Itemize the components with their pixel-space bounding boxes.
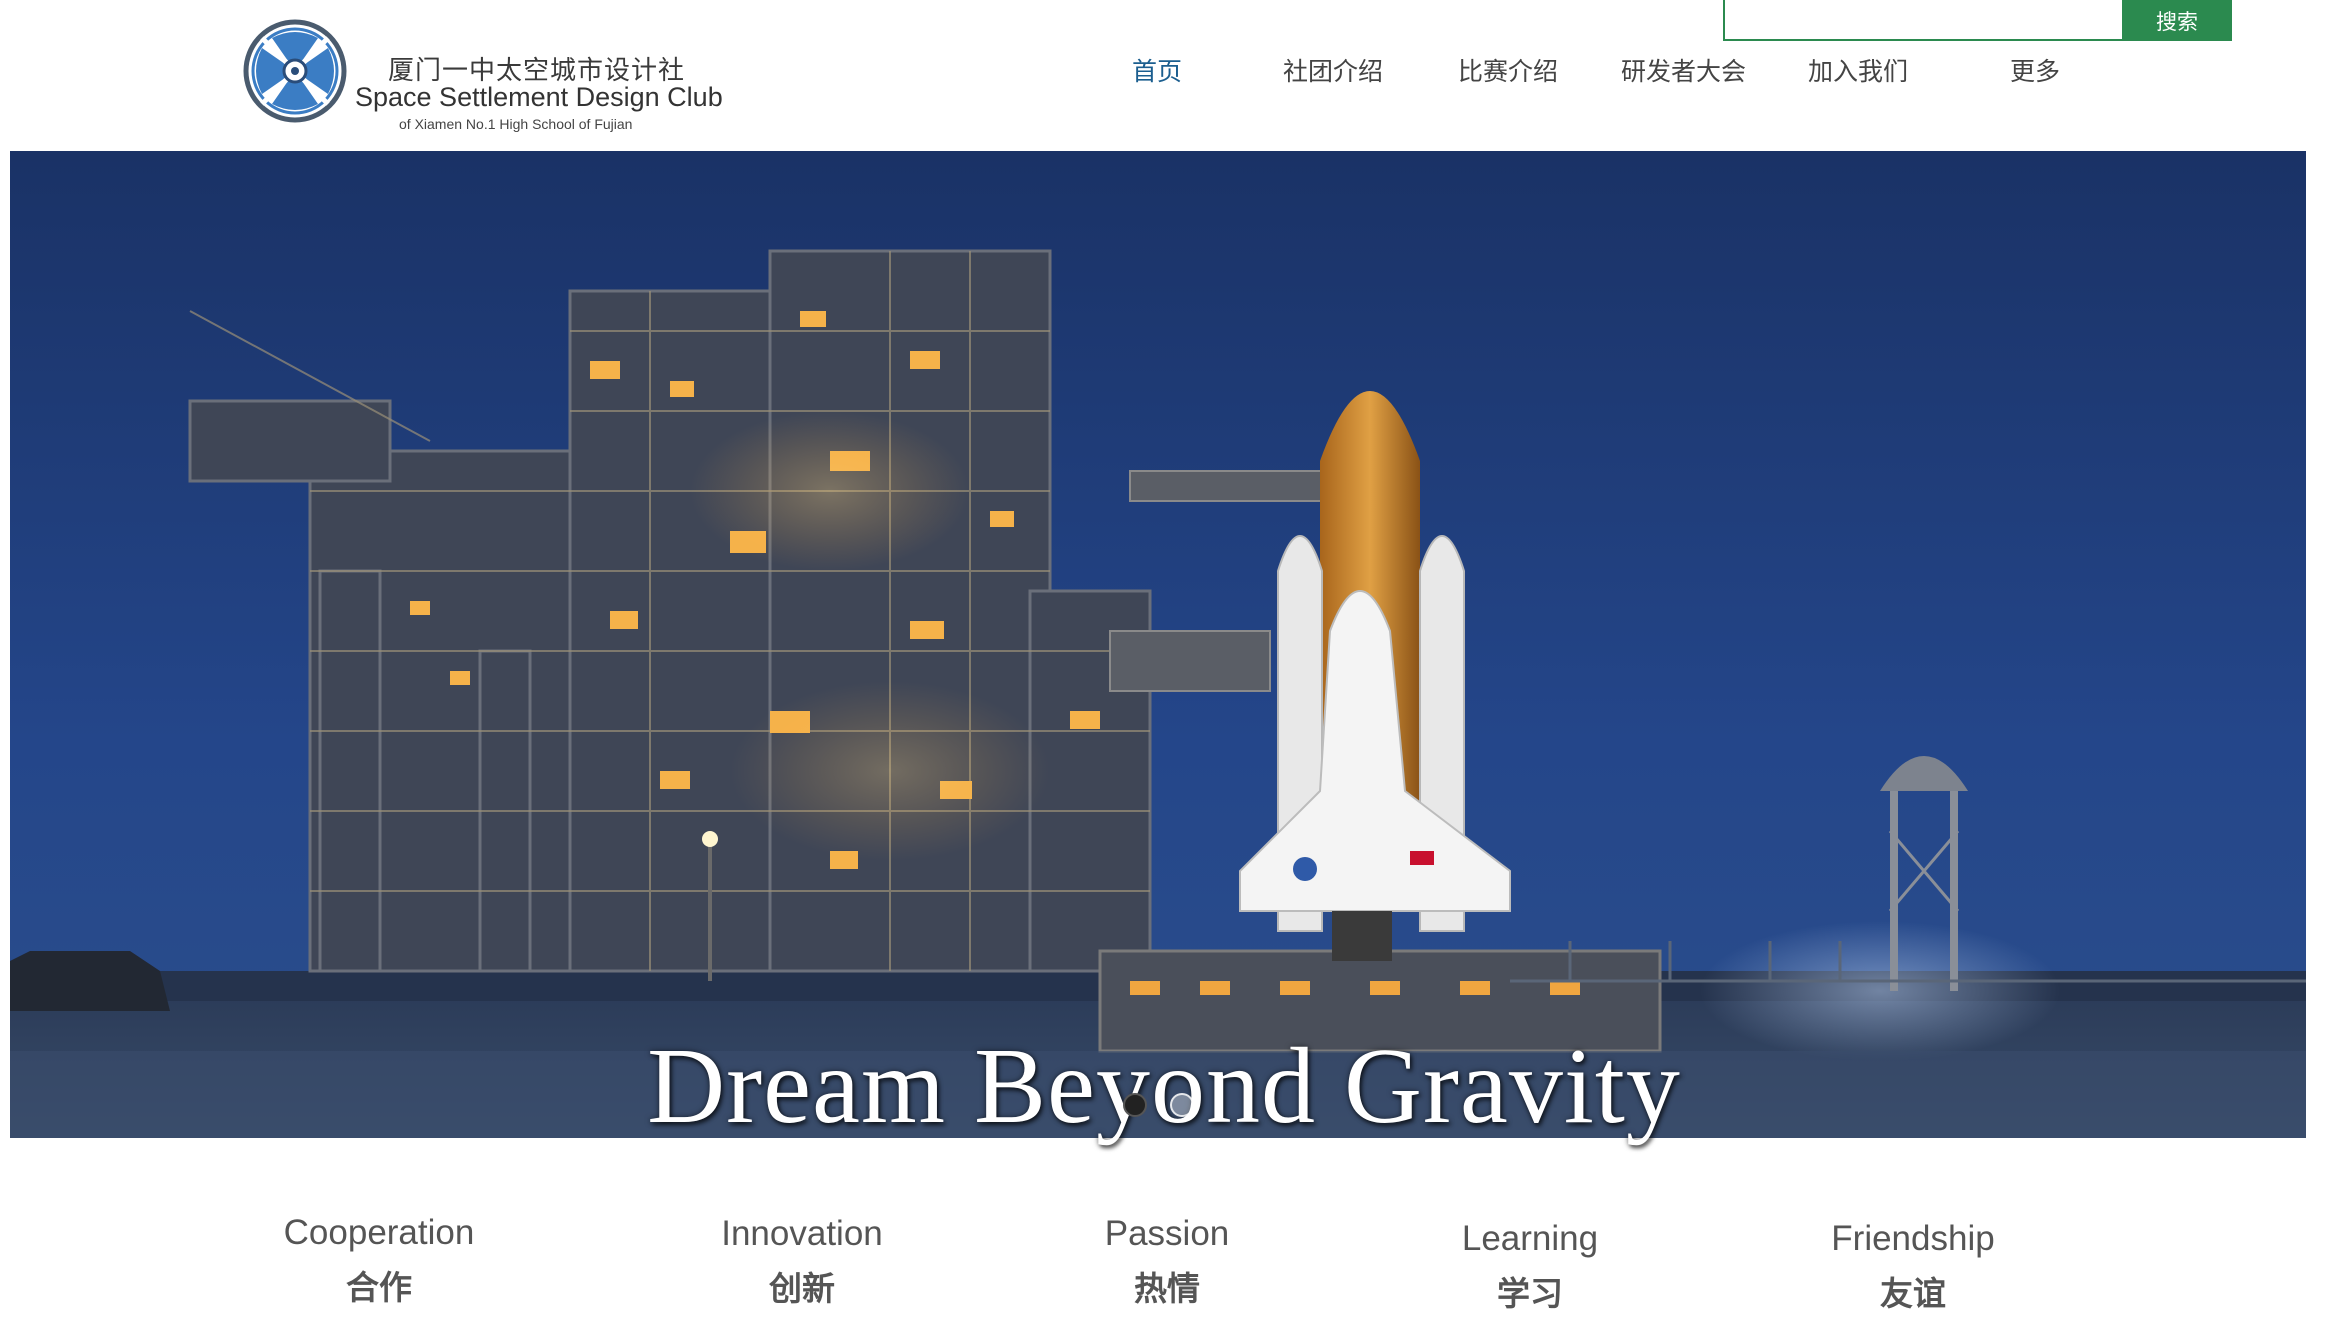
carousel-dot-2[interactable] (1170, 1093, 1194, 1117)
nav-item-home[interactable]: 首页 (1132, 52, 1182, 88)
value-title-cn: 友谊 (1880, 1274, 1946, 1313)
value-learning: Learning 学习 (1380, 1219, 1680, 1315)
search-button[interactable]: 搜索 (2122, 0, 2232, 41)
value-title-en: Friendship (1831, 1219, 1995, 1258)
nav-item-competition[interactable]: 比赛介绍 (1458, 52, 1558, 88)
value-innovation: Innovation 创新 (652, 1214, 952, 1310)
value-title-en: Learning (1461, 1219, 1599, 1258)
value-title-en: Innovation (721, 1214, 883, 1253)
logo-subtitle: of Xiamen No.1 High School of Fujian (399, 116, 633, 132)
carousel-dot-1[interactable] (1123, 1093, 1147, 1117)
value-title-cn: 学习 (1497, 1274, 1563, 1313)
search-input[interactable] (1725, 0, 2123, 39)
value-title-en: Passion (1104, 1214, 1230, 1253)
value-title-cn: 创新 (769, 1269, 835, 1308)
hero-carousel[interactable] (10, 151, 2306, 1138)
nav-item-about-club[interactable]: 社团介绍 (1283, 52, 1383, 88)
nav-item-more[interactable]: 更多 (2010, 52, 2060, 88)
value-cooperation: Cooperation 合作 (229, 1213, 529, 1309)
search-box (1723, 0, 2125, 41)
main-nav: 首页 社团介绍 比赛介绍 研发者大会 加入我们 更多 (0, 52, 2328, 88)
value-friendship: Friendship 友谊 (1763, 1219, 2063, 1315)
value-title-cn: 热情 (1134, 1269, 1200, 1308)
space-shuttle-launch-pad-image (10, 151, 2306, 1138)
nav-item-developer-conference[interactable]: 研发者大会 (1621, 52, 1746, 88)
value-passion: Passion 热情 (1017, 1214, 1317, 1310)
value-title-en: Cooperation (283, 1213, 475, 1252)
value-title-cn: 合作 (346, 1268, 412, 1307)
nav-item-join-us[interactable]: 加入我们 (1808, 52, 1908, 88)
hero-caption: Dream Beyond Gravity (647, 1027, 1681, 1146)
